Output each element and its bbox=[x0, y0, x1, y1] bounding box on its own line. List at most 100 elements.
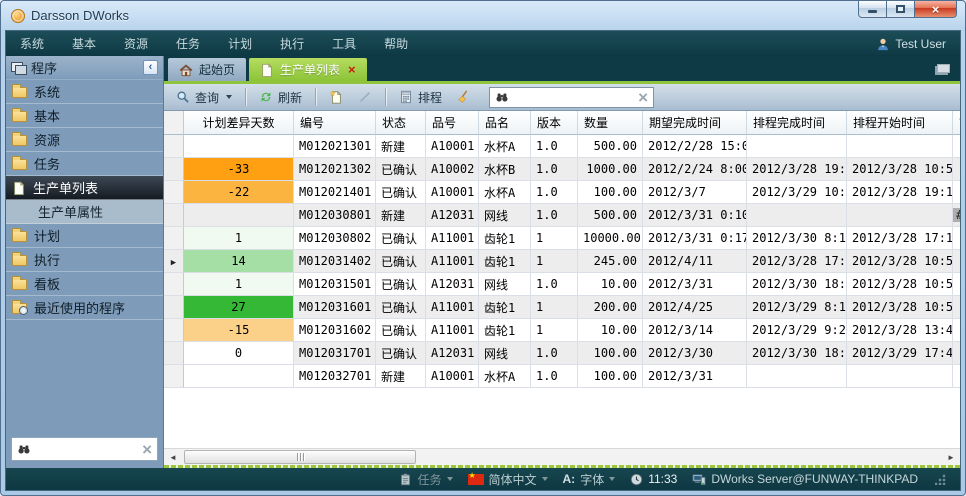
cell-status[interactable]: 已确认 bbox=[376, 296, 426, 319]
cell-qty[interactable]: 100.00 bbox=[578, 342, 643, 365]
cell-item_name[interactable]: 网线 bbox=[479, 273, 531, 296]
sidebar-item[interactable]: 基本 bbox=[6, 104, 163, 128]
cell-status[interactable]: 已确认 bbox=[376, 342, 426, 365]
cell-sched_end[interactable]: 2012/3/29 10:20 bbox=[747, 181, 847, 204]
cell-extra[interactable] bbox=[953, 181, 960, 204]
cell-status[interactable]: 已确认 bbox=[376, 273, 426, 296]
menu-item[interactable]: 任务 bbox=[176, 35, 200, 52]
cell-version[interactable]: 1.0 bbox=[531, 181, 578, 204]
cell-due[interactable]: 2012/3/31 0:10 bbox=[643, 204, 747, 227]
sidebar-item[interactable]: 最近使用的程序 bbox=[6, 296, 163, 320]
cell-no[interactable]: M012030801 bbox=[294, 204, 376, 227]
cell-sched_start[interactable]: 2012/3/29 17:46 bbox=[847, 342, 953, 365]
cell-diff[interactable]: 1 bbox=[184, 227, 294, 250]
scroll-left-icon[interactable]: ◄ bbox=[164, 449, 182, 465]
cell-no[interactable]: M012031602 bbox=[294, 319, 376, 342]
column-header-item_no[interactable]: 品号 bbox=[426, 111, 479, 135]
table-row[interactable]: M012021301新建A10001水杯A1.0500.002012/2/28 … bbox=[164, 135, 960, 158]
cell-no[interactable]: M012031601 bbox=[294, 296, 376, 319]
cell-diff[interactable] bbox=[184, 204, 294, 227]
table-row[interactable]: 27M012031601已确认A11001齿轮11200.002012/4/25… bbox=[164, 296, 960, 319]
sidebar-search-clear-icon[interactable]: × bbox=[142, 441, 152, 458]
title-bar[interactable]: Darsson DWorks × bbox=[1, 1, 965, 30]
column-header-status[interactable]: 状态 bbox=[376, 111, 426, 135]
sidebar-item[interactable]: 任务 bbox=[6, 152, 163, 176]
cell-version[interactable]: 1 bbox=[531, 250, 578, 273]
cell-extra[interactable] bbox=[953, 296, 960, 319]
cell-item_no[interactable]: A10001 bbox=[426, 181, 479, 204]
row-selector[interactable] bbox=[164, 342, 184, 365]
horizontal-scrollbar[interactable]: ◄ ► bbox=[164, 448, 960, 465]
sidebar-item[interactable]: 系统 bbox=[6, 80, 163, 104]
column-header-sched_start[interactable]: 排程开始时间 bbox=[847, 111, 953, 135]
column-header-no[interactable]: 编号 bbox=[294, 111, 376, 135]
cell-item_no[interactable]: A12031 bbox=[426, 273, 479, 296]
cell-due[interactable]: 2012/3/31 0:17 bbox=[643, 227, 747, 250]
cell-extra[interactable] bbox=[953, 365, 960, 388]
cell-item_no[interactable]: A10001 bbox=[426, 135, 479, 158]
tab[interactable]: 起始页 bbox=[168, 58, 246, 81]
menu-item[interactable]: 工具 bbox=[332, 35, 356, 52]
cell-version[interactable]: 1.0 bbox=[531, 135, 578, 158]
cell-qty[interactable]: 500.00 bbox=[578, 204, 643, 227]
cell-qty[interactable]: 100.00 bbox=[578, 181, 643, 204]
cell-sched_start[interactable] bbox=[847, 135, 953, 158]
column-header-item_name[interactable]: 品名 bbox=[479, 111, 531, 135]
cell-diff[interactable]: 14 bbox=[184, 250, 294, 273]
cell-no[interactable]: M012021302 bbox=[294, 158, 376, 181]
cell-sched_end[interactable]: 2012/3/29 8:15 bbox=[747, 296, 847, 319]
cell-due[interactable]: 2012/4/11 bbox=[643, 250, 747, 273]
cell-diff[interactable]: -15 bbox=[184, 319, 294, 342]
cell-due[interactable]: 2012/3/31 bbox=[643, 273, 747, 296]
cell-extra[interactable] bbox=[953, 227, 960, 250]
cell-due[interactable]: 2012/3/14 bbox=[643, 319, 747, 342]
cell-qty[interactable]: 10.00 bbox=[578, 319, 643, 342]
cell-qty[interactable]: 500.00 bbox=[578, 135, 643, 158]
resize-grip[interactable] bbox=[935, 474, 946, 485]
cell-due[interactable]: 2012/3/31 bbox=[643, 365, 747, 388]
window-list-icon[interactable] bbox=[937, 64, 950, 73]
column-header-qty[interactable]: 数量 bbox=[578, 111, 643, 135]
cell-status[interactable]: 已确认 bbox=[376, 227, 426, 250]
query-button[interactable]: 查询 bbox=[171, 87, 237, 108]
table-row[interactable]: -22M012021401已确认A10001水杯A1.0100.002012/3… bbox=[164, 181, 960, 204]
cell-version[interactable]: 1 bbox=[531, 319, 578, 342]
cell-item_name[interactable]: 水杯A bbox=[479, 181, 531, 204]
column-header-extra[interactable]: 前 bbox=[953, 111, 960, 135]
cell-due[interactable]: 2012/4/25 bbox=[643, 296, 747, 319]
cell-sched_start[interactable]: 2012/3/28 10:52 bbox=[847, 158, 953, 181]
row-selector[interactable] bbox=[164, 158, 184, 181]
cell-status[interactable]: 已确认 bbox=[376, 181, 426, 204]
refresh-button[interactable]: 刷新 bbox=[254, 87, 307, 108]
cell-item_name[interactable]: 水杯B bbox=[479, 158, 531, 181]
cell-item_no[interactable]: A11001 bbox=[426, 250, 479, 273]
cell-item_name[interactable]: 网线 bbox=[479, 342, 531, 365]
cell-sched_start[interactable]: 2012/3/28 10:52 bbox=[847, 273, 953, 296]
cell-sched_end[interactable]: 2012/3/30 18:00 bbox=[747, 273, 847, 296]
cell-sched_end[interactable] bbox=[747, 204, 847, 227]
clean-button[interactable] bbox=[452, 87, 476, 108]
cell-extra[interactable] bbox=[953, 158, 960, 181]
cell-status[interactable]: 新建 bbox=[376, 365, 426, 388]
menu-item[interactable]: 执行 bbox=[280, 35, 304, 52]
cell-qty[interactable]: 200.00 bbox=[578, 296, 643, 319]
tab-active[interactable]: 生产单列表× bbox=[249, 58, 367, 81]
table-row[interactable]: -33M012021302已确认A10002水杯B1.01000.002012/… bbox=[164, 158, 960, 181]
user-badge[interactable]: Test User bbox=[876, 37, 946, 51]
status-language-menu[interactable]: 简体中文 bbox=[468, 471, 548, 488]
column-header-version[interactable]: 版本 bbox=[531, 111, 578, 135]
cell-status[interactable]: 已确认 bbox=[376, 250, 426, 273]
sidebar-item[interactable]: 看板 bbox=[6, 272, 163, 296]
cell-sched_start[interactable]: 2012/3/28 10:52 bbox=[847, 296, 953, 319]
table-row[interactable]: -15M012031602已确认A11001齿轮1110.002012/3/14… bbox=[164, 319, 960, 342]
row-selector[interactable] bbox=[164, 273, 184, 296]
cell-sched_end[interactable] bbox=[747, 135, 847, 158]
cell-sched_end[interactable]: 2012/3/29 9:20 bbox=[747, 319, 847, 342]
cell-status[interactable]: 新建 bbox=[376, 135, 426, 158]
cell-due[interactable]: 2012/3/7 bbox=[643, 181, 747, 204]
status-task-menu[interactable]: 任务 bbox=[399, 471, 452, 488]
row-selector[interactable] bbox=[164, 227, 184, 250]
cell-sched_start[interactable]: 2012/3/28 19:10 bbox=[847, 181, 953, 204]
cell-extra[interactable] bbox=[953, 342, 960, 365]
cell-qty[interactable]: 10.00 bbox=[578, 273, 643, 296]
